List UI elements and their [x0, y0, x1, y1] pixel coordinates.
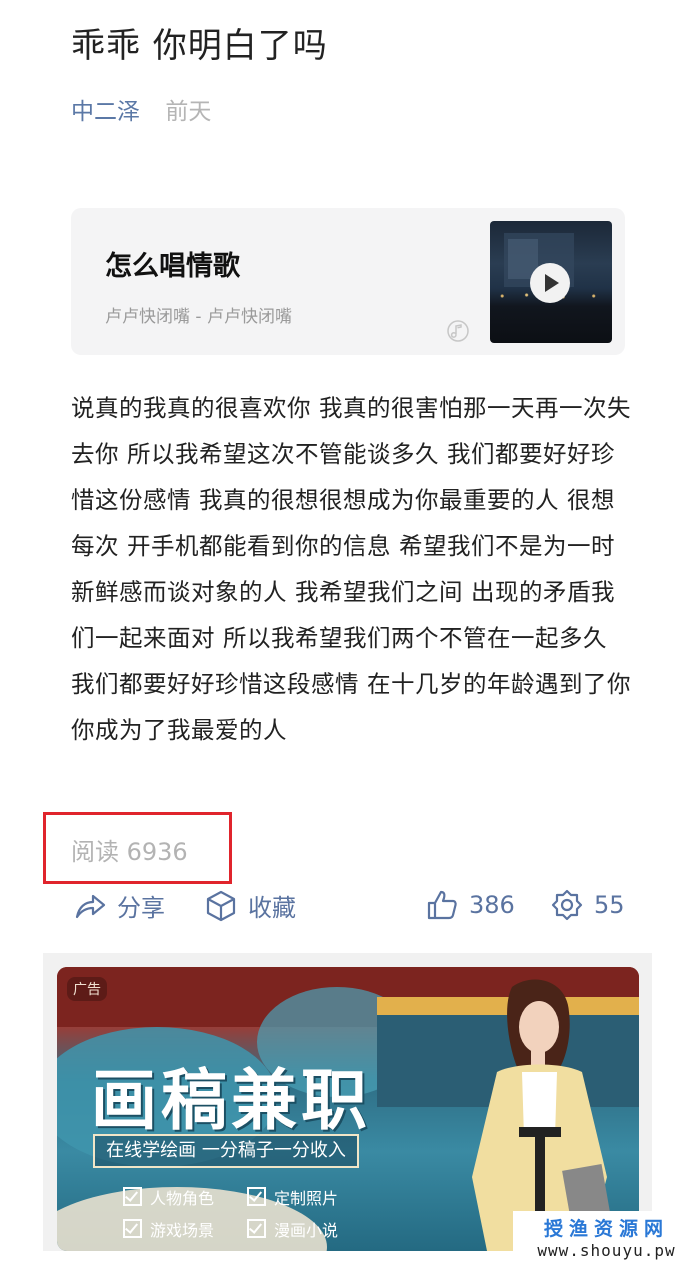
watermark: 授渔资源网 www.shouyu.pw	[513, 1211, 700, 1265]
thumbs-up-icon	[427, 890, 457, 920]
post-time: 前天	[165, 99, 212, 125]
play-icon[interactable]	[530, 263, 570, 303]
favorite-label: 收藏	[248, 894, 296, 922]
ad-feature-label: 漫画小说	[274, 1221, 339, 1240]
ad-container: 广告 画稿兼职 在线学绘画 一分稿子一分收入 人物角色 定制照片 游戏场景 漫画…	[43, 953, 652, 1251]
checkbox-icon	[123, 1219, 142, 1238]
post-title: 乖乖 你明白了吗	[71, 26, 328, 66]
ad-feature: 游戏场景	[123, 1217, 214, 1241]
checkbox-icon	[247, 1219, 266, 1238]
checkbox-icon	[123, 1187, 142, 1206]
song-artist: 卢卢快闭嘴 - 卢卢快闭嘴	[105, 307, 292, 327]
share-icon	[75, 894, 106, 918]
song-title: 怎么唱情歌	[105, 251, 240, 282]
album-cover[interactable]	[490, 221, 612, 343]
ad-feature: 定制照片	[247, 1185, 338, 1209]
like-button[interactable]: 386	[425, 888, 515, 922]
post-meta: 中二泽 前天	[71, 92, 211, 126]
watermark-site-name: 授渔资源网	[543, 1218, 669, 1240]
ad-feature-label: 人物角色	[150, 1189, 215, 1208]
ad-tag[interactable]: 广告	[67, 977, 107, 1001]
ad-feature: 人物角色	[123, 1185, 214, 1209]
read-count: 阅读 6936	[71, 838, 188, 866]
watermark-url: www.shouyu.pw	[537, 1241, 676, 1260]
favorite-button[interactable]: 收藏	[204, 888, 296, 923]
illustrated-woman	[472, 979, 612, 1251]
action-bar: 分享 收藏 386 55	[0, 888, 700, 930]
comment-count: 55	[594, 891, 625, 919]
cube-icon	[206, 890, 236, 921]
author-name[interactable]: 中二泽	[71, 99, 140, 125]
checkbox-icon	[247, 1187, 266, 1206]
like-count: 386	[469, 891, 515, 919]
ad-feature: 漫画小说	[247, 1217, 338, 1241]
comment-button[interactable]: 55	[550, 888, 625, 922]
ad-banner[interactable]: 广告 画稿兼职 在线学绘画 一分稿子一分收入 人物角色 定制照片 游戏场景 漫画…	[57, 967, 639, 1251]
ad-headline: 画稿兼职	[91, 1061, 371, 1139]
share-button[interactable]: 分享	[73, 888, 165, 923]
ad-subline: 在线学绘画 一分稿子一分收入	[93, 1134, 359, 1168]
music-card[interactable]: 怎么唱情歌 卢卢快闭嘴 - 卢卢快闭嘴	[71, 208, 625, 355]
post-body: 说真的我真的很喜欢你 我真的很害怕那一天再一次失去你 所以我希望这次不管能谈多久…	[71, 394, 631, 744]
ad-feature-label: 定制照片	[274, 1189, 339, 1208]
music-note-icon	[447, 320, 469, 342]
share-label: 分享	[117, 894, 165, 922]
gear-icon	[551, 889, 583, 921]
ad-feature-label: 游戏场景	[150, 1221, 215, 1240]
